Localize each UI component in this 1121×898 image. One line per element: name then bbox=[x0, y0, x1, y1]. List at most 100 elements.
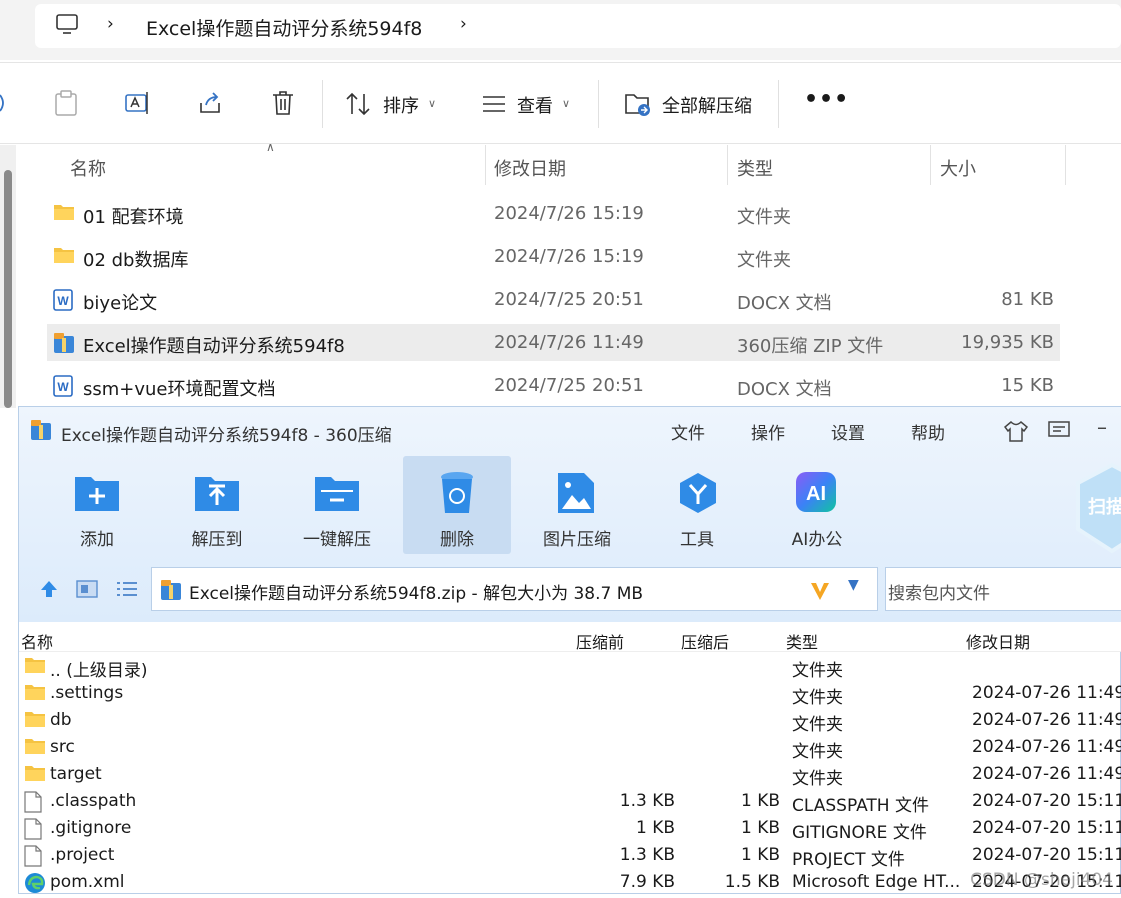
chevron-right-icon[interactable]: › bbox=[107, 14, 114, 34]
archive-search-input[interactable]: 搜索包内文件 bbox=[885, 567, 1121, 611]
rename-icon[interactable] bbox=[125, 90, 151, 116]
sort-button[interactable]: 排序 bbox=[383, 92, 419, 118]
zip-window: Excel操作题自动评分系统594f8 - 360压缩 文件 操作 设置 帮助 … bbox=[18, 406, 1121, 894]
file-row[interactable]: Wbiye论文 2024/7/25 20:51 DOCX 文档 81 KB bbox=[47, 281, 1060, 318]
dropdown-arrow-icon[interactable]: ▼ bbox=[848, 577, 859, 593]
add-button[interactable]: 添加 bbox=[42, 525, 152, 550]
command-bar: 排序 ∨ 查看 ∨ 全部解压缩 ••• bbox=[0, 62, 1121, 144]
file-row[interactable]: 02 db数据库 2024/7/26 15:19 文件夹 bbox=[47, 238, 1060, 275]
chevron-right-icon[interactable]: › bbox=[460, 14, 467, 34]
feedback-icon[interactable] bbox=[1048, 421, 1070, 441]
archive-row[interactable]: db 文件夹 2024-07-26 11:49 bbox=[19, 707, 1121, 735]
chevron-down-icon[interactable]: ∨ bbox=[562, 97, 570, 110]
archive-row[interactable]: .gitignore 1 KB 1 KB GITIGNORE 文件 2024-07-20… bbox=[19, 815, 1121, 844]
folder-icon bbox=[24, 656, 46, 678]
column-header-before[interactable]: 压缩前 bbox=[576, 629, 624, 653]
image-compress-icon[interactable] bbox=[556, 471, 596, 515]
delete-button[interactable]: 删除 bbox=[402, 525, 512, 550]
image-compress-button[interactable]: 图片压缩 bbox=[522, 525, 632, 550]
entry-type: 文件夹 bbox=[792, 688, 843, 708]
file-row[interactable]: 01 配套环境 2024/7/26 15:19 文件夹 bbox=[47, 195, 1060, 232]
entry-name: .settings bbox=[50, 683, 124, 703]
ai-office-button[interactable]: AI办公 bbox=[762, 525, 872, 550]
extract-to-icon[interactable] bbox=[193, 471, 241, 513]
archive-row[interactable]: .project 1.3 KB 1 KB PROJECT 文件 2024-07-20 1… bbox=[19, 842, 1121, 871]
extract-folder-icon[interactable] bbox=[624, 91, 652, 117]
file-name: ssm+vue环境配置文档 bbox=[83, 379, 276, 400]
minimize-icon[interactable]: – bbox=[1097, 415, 1107, 439]
skin-shirt-icon[interactable] bbox=[1004, 420, 1028, 442]
column-header-modified[interactable]: 修改日期 bbox=[494, 155, 566, 181]
file-icon bbox=[24, 818, 42, 844]
toolbar-separator bbox=[778, 80, 779, 128]
one-click-extract-icon[interactable] bbox=[313, 471, 361, 513]
menu-help[interactable]: 帮助 bbox=[911, 419, 945, 444]
entry-name: .. (上级目录) bbox=[50, 661, 148, 681]
column-header-modified[interactable]: 修改日期 bbox=[966, 629, 1030, 653]
archive-row[interactable]: target 文件夹 2024-07-26 11:49 bbox=[19, 761, 1121, 789]
paste-icon[interactable] bbox=[54, 90, 78, 116]
address-bar: › Excel操作题自动评分系统594f8 › bbox=[0, 0, 1121, 60]
search-placeholder: 搜索包内文件 bbox=[888, 584, 990, 604]
file-row[interactable]: Wssm+vue环境配置文档 2024/7/25 20:51 DOCX 文档 15 K… bbox=[47, 367, 1060, 404]
file-icon bbox=[24, 845, 42, 871]
menu-file[interactable]: 文件 bbox=[671, 419, 705, 444]
folder-icon bbox=[24, 764, 46, 786]
cut-icon[interactable] bbox=[0, 91, 8, 115]
archive-row[interactable]: pom.xml 7.9 KB 1.5 KB Microsoft Edge HT... 2… bbox=[19, 869, 1121, 896]
column-header-name[interactable]: 名称 bbox=[21, 629, 53, 653]
ai-office-icon[interactable]: AI bbox=[795, 471, 837, 513]
scan-label: 扫描 bbox=[1088, 496, 1121, 518]
column-divider[interactable] bbox=[485, 145, 486, 185]
column-header-type[interactable]: 类型 bbox=[737, 155, 773, 181]
add-icon[interactable] bbox=[73, 471, 121, 513]
sort-ascending-icon: ∧ bbox=[266, 140, 275, 154]
delete-icon[interactable] bbox=[271, 90, 295, 116]
share-icon[interactable] bbox=[198, 90, 224, 116]
column-divider[interactable] bbox=[930, 145, 931, 185]
menu-operate[interactable]: 操作 bbox=[751, 419, 785, 444]
extract-all-button[interactable]: 全部解压缩 bbox=[662, 92, 752, 118]
zip-app-icon bbox=[31, 420, 51, 440]
window-title: Excel操作题自动评分系统594f8 - 360压缩 bbox=[61, 426, 392, 446]
archive-path-bar[interactable]: Excel操作题自动评分系统594f8.zip - 解包大小为 38.7 MB … bbox=[151, 567, 878, 611]
tools-button[interactable]: 工具 bbox=[642, 525, 752, 550]
entry-modified: 2024-07-26 11:49 bbox=[972, 710, 1121, 730]
column-header-after[interactable]: 压缩后 bbox=[681, 629, 729, 653]
thumbnail-view-icon[interactable] bbox=[76, 579, 98, 599]
file-explorer-window: › Excel操作题自动评分系统594f8 › 排序 ∨ 查看 ∨ 全部解压缩 … bbox=[0, 0, 1121, 408]
breadcrumb-item[interactable]: Excel操作题自动评分系统594f8 bbox=[146, 14, 422, 41]
column-divider[interactable] bbox=[1065, 145, 1066, 185]
list-view-icon[interactable] bbox=[116, 579, 138, 599]
menu-settings[interactable]: 设置 bbox=[831, 419, 865, 444]
archive-row[interactable]: .settings 文件夹 2024-07-26 11:49 bbox=[19, 680, 1121, 708]
scan-shield-icon[interactable]: 扫描 bbox=[1072, 461, 1121, 557]
view-icon[interactable] bbox=[482, 94, 506, 114]
zip-archive-icon bbox=[53, 332, 75, 358]
column-divider[interactable] bbox=[727, 145, 728, 185]
file-icon bbox=[24, 791, 42, 817]
zip-header: Excel操作题自动评分系统594f8 - 360压缩 文件 操作 设置 帮助 … bbox=[19, 407, 1121, 622]
view-button[interactable]: 查看 bbox=[517, 92, 553, 118]
column-header-name[interactable]: 名称 bbox=[70, 155, 106, 181]
v-logo-icon[interactable] bbox=[809, 580, 831, 602]
extract-to-button[interactable]: 解压到 bbox=[162, 525, 272, 550]
archive-row[interactable]: .. (上级目录) 文件夹 bbox=[19, 653, 1121, 681]
recycle-bin-icon[interactable] bbox=[438, 471, 476, 515]
computer-icon[interactable] bbox=[56, 14, 78, 36]
one-click-extract-button[interactable]: 一键解压 bbox=[282, 525, 392, 550]
up-arrow-icon[interactable] bbox=[39, 579, 59, 599]
toolbar-separator bbox=[322, 80, 323, 128]
more-options-icon[interactable]: ••• bbox=[804, 87, 849, 112]
svg-text:W: W bbox=[57, 380, 69, 394]
tools-icon[interactable] bbox=[676, 471, 720, 515]
sort-icon[interactable] bbox=[346, 92, 372, 116]
archive-row[interactable]: src 文件夹 2024-07-26 11:49 bbox=[19, 734, 1121, 762]
file-row[interactable]: Excel操作题自动评分系统594f8 2024/7/26 11:49 360压缩 … bbox=[47, 324, 1060, 361]
archive-path: Excel操作题自动评分系统594f8.zip - 解包大小为 38.7 MB bbox=[189, 584, 644, 604]
archive-row[interactable]: .classpath 1.3 KB 1 KB CLASSPATH 文件 2024-07-… bbox=[19, 788, 1121, 817]
chevron-down-icon[interactable]: ∨ bbox=[428, 97, 436, 110]
column-header-size[interactable]: 大小 bbox=[940, 155, 976, 181]
scrollbar-thumb[interactable] bbox=[4, 170, 12, 408]
column-header-type[interactable]: 类型 bbox=[786, 629, 818, 653]
